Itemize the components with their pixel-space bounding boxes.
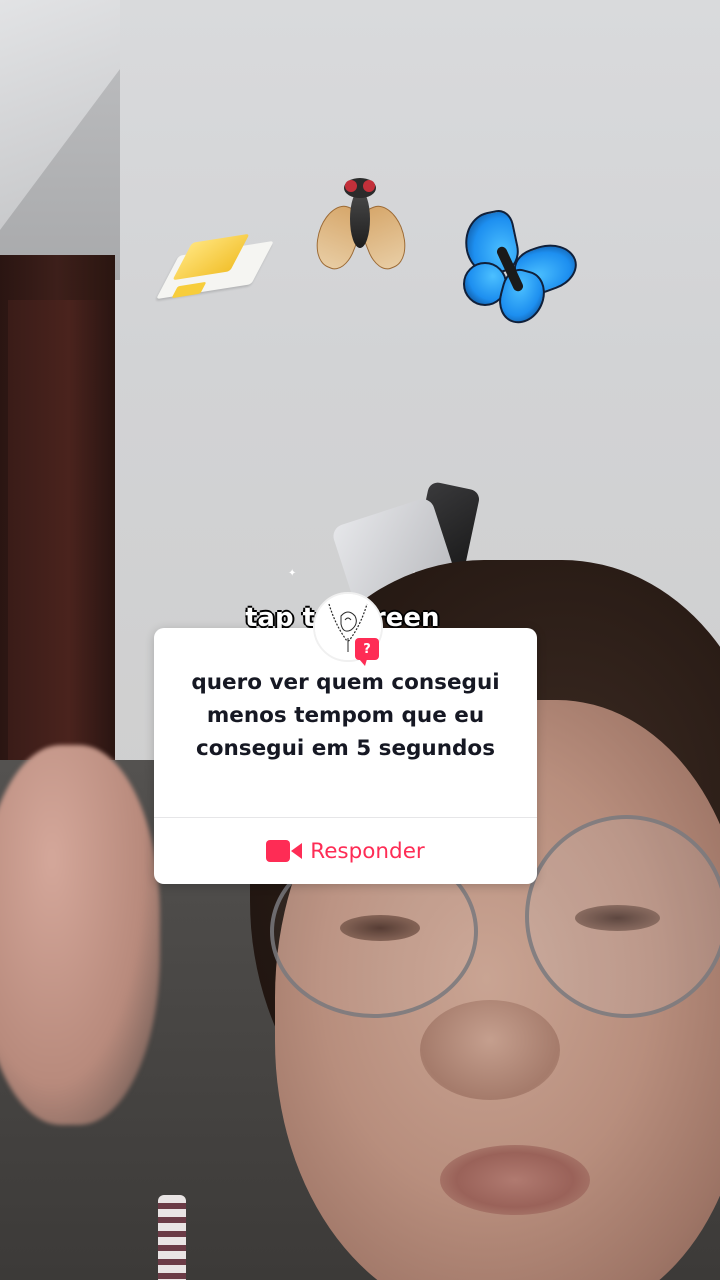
question-text: quero ver quem consegui menos tempom que… (191, 670, 500, 761)
person-glasses (525, 815, 720, 1018)
reply-label: Responder (310, 838, 425, 864)
background-door-panel (8, 300, 110, 780)
video-stage[interactable]: ✦ ✦ ✦ tap to screen quero ver quem conse… (0, 0, 720, 1280)
sparkle-icon: ✦ (288, 568, 297, 579)
video-camera-icon (266, 840, 303, 862)
person-nose (420, 1000, 560, 1100)
person-mouth (440, 1145, 590, 1215)
question-card[interactable]: quero ver quem consegui menos tempom que… (154, 628, 537, 884)
person-hand (0, 745, 160, 1125)
background-strap (158, 1195, 186, 1280)
question-badge: ? (355, 638, 379, 666)
reply-button[interactable]: Responder (154, 818, 537, 884)
